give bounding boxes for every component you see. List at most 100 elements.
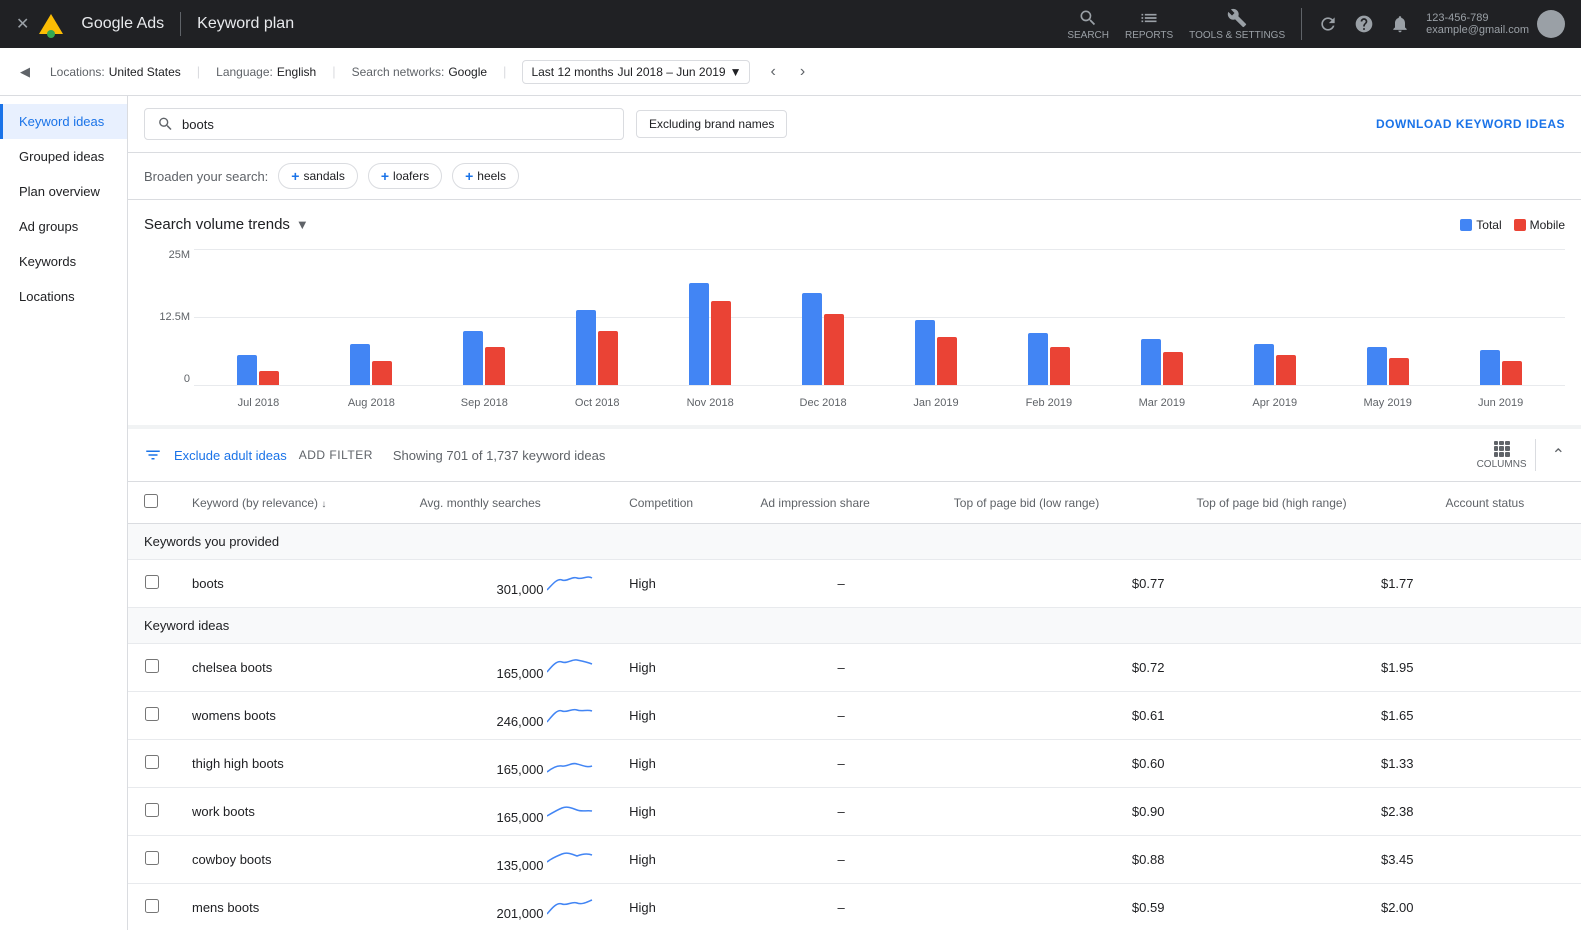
network-label: Search networks:	[352, 65, 445, 79]
avg-searches-cell: 135,000	[404, 836, 613, 884]
broaden-tag-loafers[interactable]: + loafers	[368, 163, 442, 189]
broaden-tag-sandals[interactable]: + sandals	[278, 163, 358, 189]
th-bid-high: Top of page bid (high range)	[1180, 482, 1429, 524]
notifications-button[interactable]	[1390, 14, 1410, 34]
row-checkbox[interactable]	[145, 755, 159, 769]
bar-group	[1218, 344, 1331, 385]
row-checkbox[interactable]	[145, 851, 159, 865]
row-checkbox-cell	[128, 740, 176, 788]
row-checkbox[interactable]	[145, 803, 159, 817]
columns-button[interactable]: COLUMNS	[1477, 441, 1527, 470]
sidebar: Keyword ideas Grouped ideas Plan overvie…	[0, 96, 128, 930]
x-labels: Jul 2018Aug 2018Sep 2018Oct 2018Nov 2018…	[194, 397, 1565, 409]
chart-title: Search volume trends	[144, 216, 290, 233]
reports-nav-button[interactable]: REPORTS	[1125, 8, 1173, 41]
vertical-separator	[1535, 439, 1536, 471]
bid-low-cell: $0.59	[938, 884, 1181, 930]
bar-total	[237, 355, 257, 385]
x-axis-label: Dec 2018	[767, 397, 880, 409]
tools-nav-button[interactable]: TOOLS & SETTINGS	[1189, 8, 1285, 41]
account-phone: 123-456-789	[1426, 12, 1529, 24]
search-nav-button[interactable]: SEARCH	[1067, 8, 1109, 41]
th-ad-impression-label: Ad impression share	[760, 496, 869, 510]
th-competition-label: Competition	[629, 496, 693, 510]
add-filter-button[interactable]: ADD FILTER	[299, 448, 373, 462]
chart-dropdown-icon[interactable]: ▼	[296, 217, 309, 232]
account-info: 123-456-789 example@gmail.com	[1426, 10, 1565, 38]
date-prev-button[interactable]: ‹	[766, 59, 779, 85]
keywords-table: Keyword (by relevance) ↓ Avg. monthly se…	[128, 482, 1581, 930]
select-all-checkbox[interactable]	[144, 494, 158, 508]
table-row: chelsea boots 165,000 High – $0.72 $1.95	[128, 644, 1581, 692]
account-status-cell	[1430, 560, 1581, 608]
bar-group	[1105, 339, 1218, 385]
account-avatar[interactable]	[1537, 10, 1565, 38]
nav-separator	[1301, 8, 1302, 40]
provided-section-header: Keywords you provided	[128, 524, 1581, 560]
sidebar-item-grouped-ideas[interactable]: Grouped ideas	[0, 139, 127, 174]
date-next-button[interactable]: ›	[796, 59, 809, 85]
nav-divider	[180, 12, 181, 36]
ad-share-cell: –	[744, 740, 937, 788]
bar-mobile	[259, 371, 279, 385]
search-icon	[157, 115, 174, 133]
plus-icon: +	[465, 168, 473, 184]
avg-searches-cell: 246,000	[404, 692, 613, 740]
collapse-chart-button[interactable]: ⌃	[1552, 445, 1565, 465]
close-icon[interactable]: ✕	[16, 14, 29, 34]
search-box[interactable]	[144, 108, 624, 140]
exclude-adult-button[interactable]: Exclude adult ideas	[174, 448, 287, 463]
plus-icon: +	[291, 168, 299, 184]
chart-header: Search volume trends ▼ Total Mobile	[144, 216, 1565, 233]
sort-arrow-icon: ↓	[321, 499, 326, 510]
sparkline-chart	[547, 894, 597, 918]
bar-total	[915, 320, 935, 385]
help-button[interactable]	[1354, 14, 1374, 34]
sidebar-item-keyword-ideas[interactable]: Keyword ideas	[0, 104, 127, 139]
chart-section: Search volume trends ▼ Total Mobile	[128, 200, 1581, 425]
download-keyword-ideas-button[interactable]: DOWNLOAD KEYWORD IDEAS	[1376, 117, 1565, 131]
collapse-sidebar-button[interactable]: ◀	[16, 60, 34, 84]
section-label: Keywords you provided	[128, 524, 1581, 560]
row-checkbox[interactable]	[145, 575, 159, 589]
date-range-button[interactable]: Last 12 months Jul 2018 – Jun 2019 ▼	[522, 60, 750, 84]
x-axis-label: Sep 2018	[428, 397, 541, 409]
legend-mobile-label: Mobile	[1530, 218, 1565, 232]
th-keyword[interactable]: Keyword (by relevance) ↓	[176, 482, 404, 524]
broaden-tag-heels[interactable]: + heels	[452, 163, 519, 189]
bar-total	[1367, 347, 1387, 385]
sidebar-item-locations[interactable]: Locations	[0, 279, 127, 314]
sidebar-item-label: Keyword ideas	[19, 114, 104, 129]
bar-group	[541, 310, 654, 385]
bar-mobile	[1502, 361, 1522, 385]
bar-total	[1254, 344, 1274, 385]
nav-left: ✕ Google Ads Keyword plan	[16, 10, 294, 38]
ad-share-cell: –	[744, 560, 937, 608]
th-bid-low-label: Top of page bid (low range)	[954, 496, 1099, 510]
location-filter: Locations: United States	[50, 65, 181, 79]
tools-nav-label: TOOLS & SETTINGS	[1189, 30, 1285, 41]
th-ad-impression: Ad impression share	[744, 482, 937, 524]
refresh-button[interactable]	[1318, 14, 1338, 34]
row-checkbox[interactable]	[145, 659, 159, 673]
keyword-search-input[interactable]	[182, 117, 611, 132]
sidebar-item-label: Ad groups	[19, 219, 78, 234]
plus-icon: +	[381, 168, 389, 184]
row-checkbox[interactable]	[145, 707, 159, 721]
sidebar-item-keywords[interactable]: Keywords	[0, 244, 127, 279]
bid-low-cell: $0.61	[938, 692, 1181, 740]
sparkline-chart	[547, 702, 597, 726]
bar-mobile	[711, 301, 731, 385]
sidebar-item-plan-overview[interactable]: Plan overview	[0, 174, 127, 209]
row-checkbox[interactable]	[145, 899, 159, 913]
bar-group	[654, 283, 767, 385]
broaden-tag-label: heels	[477, 169, 506, 183]
exclude-brand-names-button[interactable]: Excluding brand names	[636, 110, 787, 138]
bar-group	[767, 293, 880, 385]
main-content: Excluding brand names DOWNLOAD KEYWORD I…	[128, 96, 1581, 930]
bid-high-cell: $2.00	[1180, 884, 1429, 930]
account-status-cell	[1430, 644, 1581, 692]
row-checkbox-cell	[128, 644, 176, 692]
th-select-all[interactable]	[128, 482, 176, 524]
sidebar-item-ad-groups[interactable]: Ad groups	[0, 209, 127, 244]
